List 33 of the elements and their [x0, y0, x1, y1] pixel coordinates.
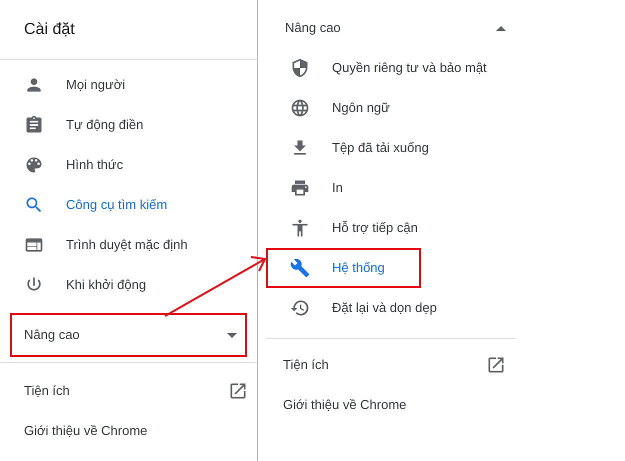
- wrench-icon: [290, 258, 310, 278]
- clipboard-icon: [24, 115, 44, 135]
- nav-item[interactable]: Hình thức: [0, 145, 257, 185]
- nav-item[interactable]: Hỗ trợ tiếp cận: [266, 208, 506, 248]
- menu-link[interactable]: Giới thiệu về Chrome: [0, 411, 248, 451]
- caret-icon: [227, 332, 237, 338]
- caret-icon: [496, 26, 506, 30]
- menu-link[interactable]: Tiện ích: [266, 345, 506, 385]
- external-link-icon: [228, 381, 248, 401]
- history-icon: [290, 298, 310, 318]
- nav-item[interactable]: Ngôn ngữ: [266, 88, 506, 128]
- nav-item[interactable]: In: [266, 168, 506, 208]
- page-title: Cài đặt: [24, 20, 75, 40]
- external-link-icon: [486, 355, 506, 375]
- nav-item[interactable]: Quyền riêng tư và bảo mật: [266, 48, 506, 88]
- printer-icon: [290, 178, 310, 198]
- nav-item[interactable]: Tự động điền: [0, 105, 257, 145]
- menu-link[interactable]: Tiện ích: [0, 371, 248, 411]
- advanced-toggle[interactable]: Nâng cao: [10, 313, 247, 357]
- search-icon: [24, 195, 44, 215]
- menu-link[interactable]: Giới thiệu về Chrome: [266, 385, 506, 425]
- nav-item[interactable]: Khi khởi động: [0, 265, 257, 305]
- nav-item[interactable]: Tệp đã tải xuống: [266, 128, 506, 168]
- nav-item[interactable]: Công cụ tìm kiếm: [0, 185, 257, 225]
- nav-item[interactable]: Đặt lại và dọn dẹp: [266, 288, 506, 328]
- palette-icon: [24, 155, 44, 175]
- shield-icon: [290, 58, 310, 78]
- globe-icon: [290, 98, 310, 118]
- person-figure-icon: [290, 218, 310, 238]
- nav-item[interactable]: Hệ thống: [266, 248, 421, 288]
- nav-item[interactable]: Mọi người: [0, 65, 257, 105]
- advanced-toggle[interactable]: Nâng cao: [266, 0, 506, 48]
- nav-item[interactable]: Trình duyệt mặc định: [0, 225, 257, 265]
